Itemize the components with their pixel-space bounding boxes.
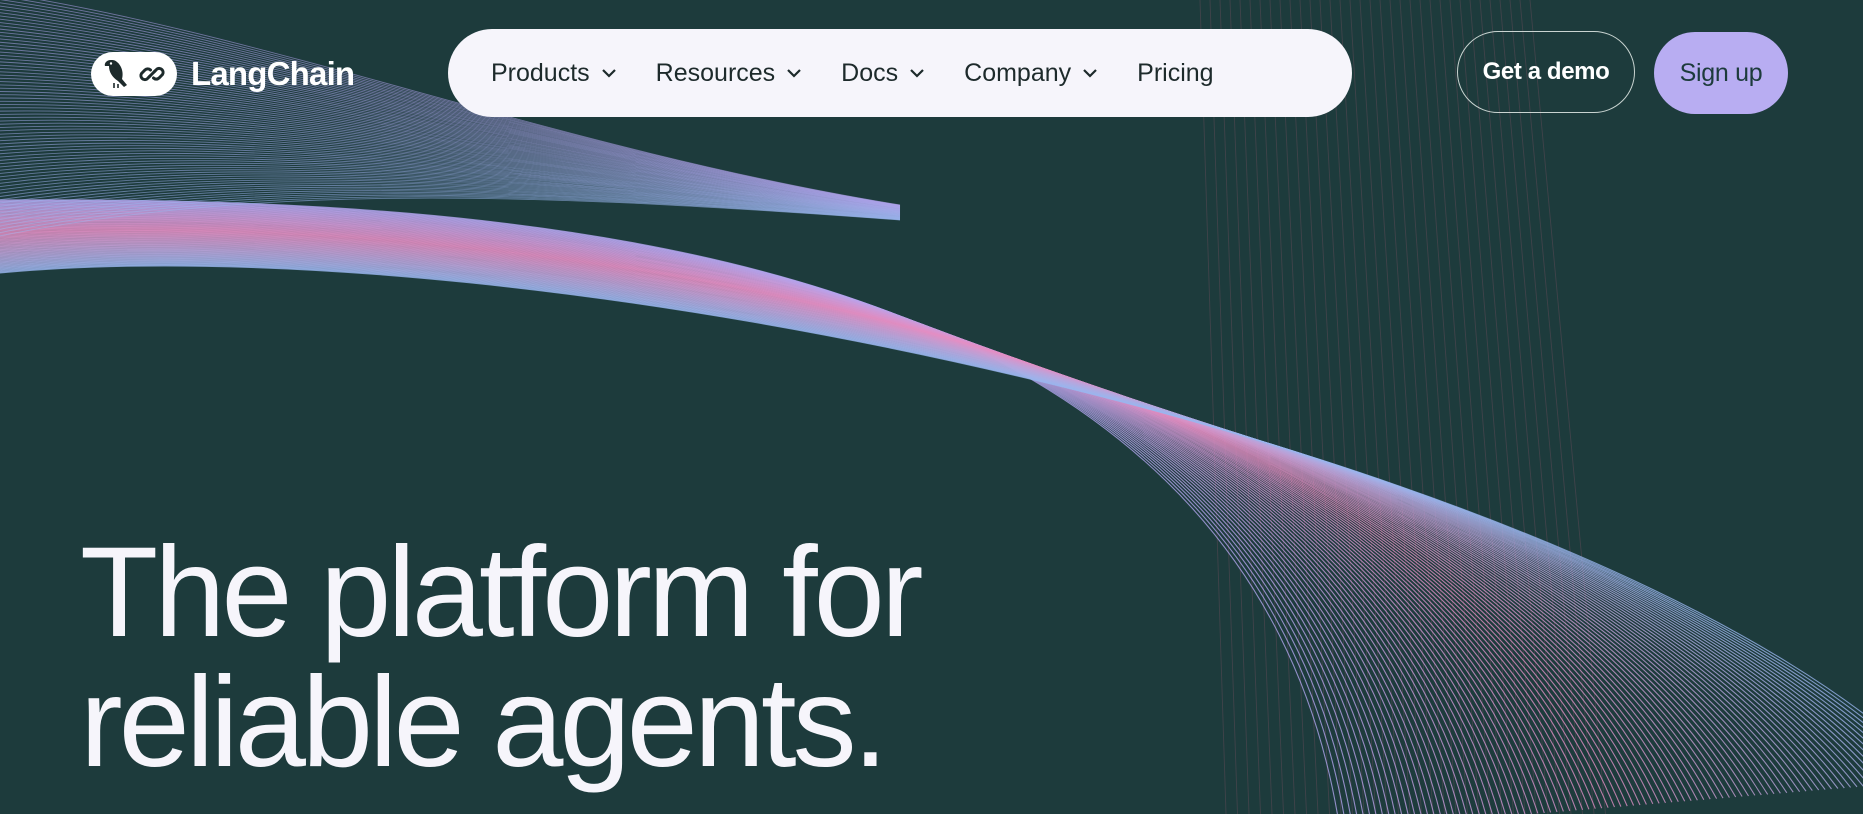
chevron-down-icon <box>787 69 801 78</box>
nav-item-label: Docs <box>841 58 899 87</box>
wave-line <box>1269 0 1307 814</box>
chevron-down-icon <box>910 69 924 78</box>
langchain-logo[interactable]: LangChain <box>91 52 355 96</box>
chain-link-icon <box>139 66 165 82</box>
nav-item-pricing[interactable]: Pricing <box>1137 59 1213 88</box>
hero-line-2: reliable agents. <box>80 651 888 794</box>
nav-item-label: Company <box>964 58 1072 87</box>
nav-item-label: Products <box>491 58 590 87</box>
wave-line <box>1299 0 1342 814</box>
nav-item-label: Resources <box>655 58 776 87</box>
wave-line <box>1399 0 1457 814</box>
hero-line-1: The platform for <box>80 521 923 664</box>
brand-name: LangChain <box>191 55 355 92</box>
wave-line <box>1339 0 1388 814</box>
get-a-demo-button[interactable]: Get a demo <box>1457 31 1635 113</box>
wave-line <box>1389 0 1445 814</box>
logo-badge <box>91 52 177 96</box>
nav-item-resources[interactable]: Resources <box>656 59 803 88</box>
wave-line <box>1259 0 1296 814</box>
wave-line <box>1199 0 1227 814</box>
nav-item-company[interactable]: Company <box>964 59 1098 88</box>
parrot-icon <box>104 60 127 88</box>
main-nav: Products Resources Docs Company Pricing <box>448 29 1352 117</box>
chevron-down-icon <box>601 69 616 78</box>
nav-item-products[interactable]: Products <box>491 59 617 88</box>
sign-up-button[interactable]: Sign up <box>1654 32 1788 114</box>
nav-item-label: Pricing <box>1137 58 1214 87</box>
wave-line <box>1309 0 1353 814</box>
chevron-down-icon <box>1083 69 1097 78</box>
hero-headline: The platform for reliable agents. <box>80 521 923 794</box>
wave-line <box>1209 0 1238 814</box>
nav-item-docs[interactable]: Docs <box>841 59 925 88</box>
wave-line <box>1279 0 1319 814</box>
wave-line <box>1329 0 1376 814</box>
